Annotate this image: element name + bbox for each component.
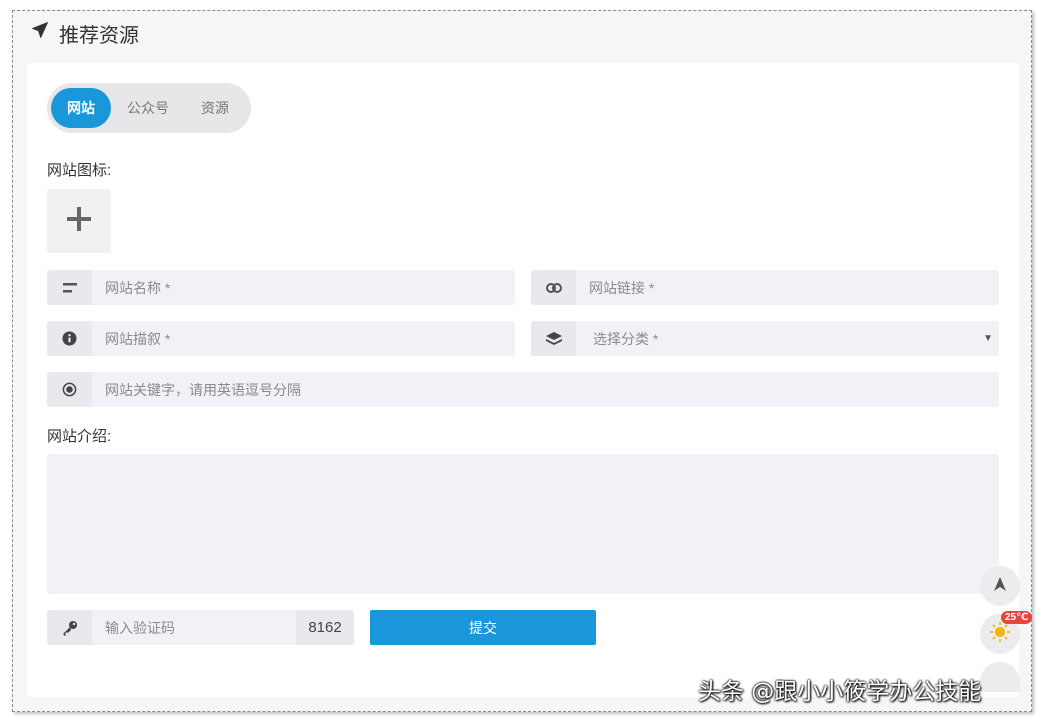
temperature-badge: 25℃: [1001, 611, 1033, 624]
text-lines-icon: [47, 270, 92, 305]
chevron-down-icon: ▼: [983, 333, 993, 344]
captcha-code[interactable]: 8162: [296, 610, 354, 645]
tab-website[interactable]: 网站: [51, 88, 111, 128]
info-icon: [47, 321, 92, 356]
paper-plane-icon: [31, 21, 49, 45]
watermark: 头条 @跟小小筱学办公技能: [698, 679, 982, 705]
icon-label: 网站图标:: [47, 162, 112, 179]
intro-textarea[interactable]: [47, 454, 999, 594]
link-icon: [531, 270, 576, 305]
keywords-field[interactable]: 网站关键字，请用英语逗号分隔: [47, 372, 999, 407]
site-desc-input[interactable]: 网站描叙 *: [92, 329, 515, 349]
key-icon: [47, 610, 92, 645]
site-name-field[interactable]: 网站名称 *: [47, 270, 515, 305]
category-select[interactable]: 选择分类 * ▼: [531, 321, 999, 356]
site-link-input[interactable]: 网站链接 *: [576, 278, 999, 298]
keywords-input[interactable]: 网站关键字，请用英语逗号分隔: [92, 380, 999, 400]
captcha-field[interactable]: 输入验证码 8162: [47, 610, 354, 645]
page-title: 推荐资源: [59, 24, 139, 47]
page-header: 推荐资源: [31, 15, 139, 51]
page-frame: 推荐资源 网站 公众号 资源 网站图标: 网站名称 * 网站链接 * 网站描叙 …: [12, 10, 1032, 712]
type-tabs: 网站 公众号 资源: [47, 83, 251, 133]
category-select-value[interactable]: 选择分类 *: [576, 329, 983, 349]
tab-official-account[interactable]: 公众号: [111, 88, 185, 128]
sun-icon: [989, 621, 1011, 648]
icon-upload-button[interactable]: [47, 189, 111, 253]
submit-button[interactable]: 提交: [370, 610, 596, 645]
radio-dot-icon: [47, 372, 92, 407]
form-card: 网站 公众号 资源 网站图标: 网站名称 * 网站链接 * 网站描叙 * 选择分…: [27, 63, 1019, 697]
captcha-input[interactable]: 输入验证码: [92, 618, 296, 638]
intro-label: 网站介绍:: [47, 428, 112, 445]
site-name-input[interactable]: 网站名称 *: [92, 278, 515, 298]
site-link-field[interactable]: 网站链接 *: [531, 270, 999, 305]
navigation-arrow-icon: [992, 576, 1008, 597]
plus-icon: [66, 206, 92, 237]
tab-resource[interactable]: 资源: [185, 88, 245, 128]
back-to-top-button[interactable]: [980, 566, 1020, 606]
site-desc-field[interactable]: 网站描叙 *: [47, 321, 515, 356]
layers-icon: [531, 321, 576, 356]
